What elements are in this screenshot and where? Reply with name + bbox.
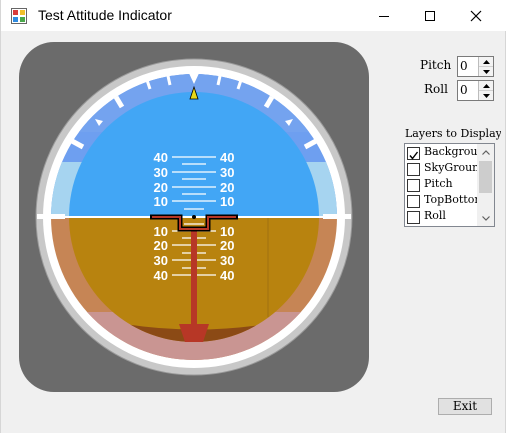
layer-item-pitch[interactable]: Pitch (407, 177, 479, 193)
pitch-label-up-30-right: 30 (220, 165, 234, 180)
minimize-icon (379, 15, 389, 17)
layer-checkbox-topbottom[interactable] (407, 195, 420, 208)
close-button[interactable] (453, 0, 499, 31)
layer-checkbox-skyground[interactable] (407, 163, 420, 176)
pitch-label-up-30-left: 30 (154, 165, 168, 180)
scroll-down-button[interactable] (477, 210, 494, 226)
roll-label: Roll (424, 82, 448, 96)
pitch-label-down-10-left: 10 (154, 224, 168, 239)
pitch-label-down-30-right: 30 (220, 253, 234, 268)
pitch-label-up-40-left: 40 (154, 150, 168, 165)
pitch-label-down-30-left: 30 (154, 253, 168, 268)
layer-item-label: TopBottom (424, 193, 479, 206)
pitch-label-up-20-right: 20 (220, 180, 234, 195)
window-title: Test Attitude Indicator (38, 7, 172, 23)
minimize-button[interactable] (361, 0, 407, 31)
layer-checkbox-roll[interactable] (407, 211, 420, 224)
app-window: Test Attitude Indicator 40 40 30 30 20 2… (0, 0, 506, 433)
roll-down-button[interactable] (479, 91, 493, 100)
pitch-label-up-10-right: 10 (220, 194, 234, 209)
close-icon (470, 10, 482, 21)
layer-item-label: Roll (424, 209, 446, 222)
maximize-icon (425, 10, 435, 21)
layers-listbox[interactable]: Background SkyGround Pitch TopBottom Rol… (404, 143, 495, 227)
scroll-thumb[interactable] (479, 161, 492, 193)
title-bar: Test Attitude Indicator (1, 0, 506, 31)
pitch-label-down-20-right: 20 (220, 238, 234, 253)
horizon-marker-right (323, 214, 351, 219)
arrow-up-icon (482, 83, 490, 88)
arrow-up-icon (482, 59, 490, 64)
roll-value[interactable]: 0 (460, 83, 468, 97)
layer-item-label: Pitch (424, 177, 453, 190)
pitch-up-button[interactable] (479, 57, 493, 67)
arrow-down-icon (482, 93, 490, 98)
attitude-indicator: 40 40 30 30 20 20 10 10 10 10 20 20 30 3… (19, 42, 369, 392)
pitch-label-up-20-left: 20 (154, 180, 168, 195)
pitch-label-up-10-left: 10 (154, 194, 168, 209)
pitch-spinner[interactable]: 0 (457, 56, 494, 77)
chevron-up-icon (481, 149, 490, 155)
checkmark-icon (409, 151, 419, 160)
chevron-down-icon (481, 215, 490, 221)
layer-item-background[interactable]: Background (407, 145, 479, 161)
roll-spinner[interactable]: 0 (457, 80, 494, 101)
exit-button[interactable]: Exit (438, 398, 492, 415)
scroll-up-button[interactable] (477, 144, 494, 160)
pitch-label-down-40-left: 40 (154, 268, 168, 283)
app-icon (11, 8, 27, 24)
aircraft-stand-pole (191, 230, 197, 326)
aircraft-center-dot (192, 215, 196, 219)
layer-item-topbottom[interactable]: TopBottom (407, 193, 479, 209)
pitch-label-down-20-left: 20 (154, 238, 168, 253)
layer-item-skyground[interactable]: SkyGround (407, 161, 479, 177)
pitch-label-down-40-right: 40 (220, 268, 234, 283)
layer-item-label: Background (424, 145, 479, 158)
layer-item-label: SkyGround (424, 161, 479, 174)
horizon-marker-left (37, 214, 65, 219)
pitch-label: Pitch (420, 58, 452, 72)
pitch-label-up-40-right: 40 (220, 150, 234, 165)
pitch-label-down-10-right: 10 (220, 224, 234, 239)
arrow-down-icon (482, 69, 490, 74)
maximize-button[interactable] (407, 0, 453, 31)
layer-item-roll[interactable]: Roll (407, 209, 479, 225)
roll-up-button[interactable] (479, 81, 493, 91)
roll-spinner-arrows (478, 81, 493, 100)
pitch-down-button[interactable] (479, 67, 493, 76)
layers-label: Layers to Display (405, 127, 501, 140)
pitch-spinner-arrows (478, 57, 493, 76)
layer-checkbox-pitch[interactable] (407, 179, 420, 192)
pitch-value[interactable]: 0 (460, 59, 468, 73)
layers-scrollbar[interactable] (477, 144, 494, 226)
layer-checkbox-background[interactable] (407, 147, 420, 160)
